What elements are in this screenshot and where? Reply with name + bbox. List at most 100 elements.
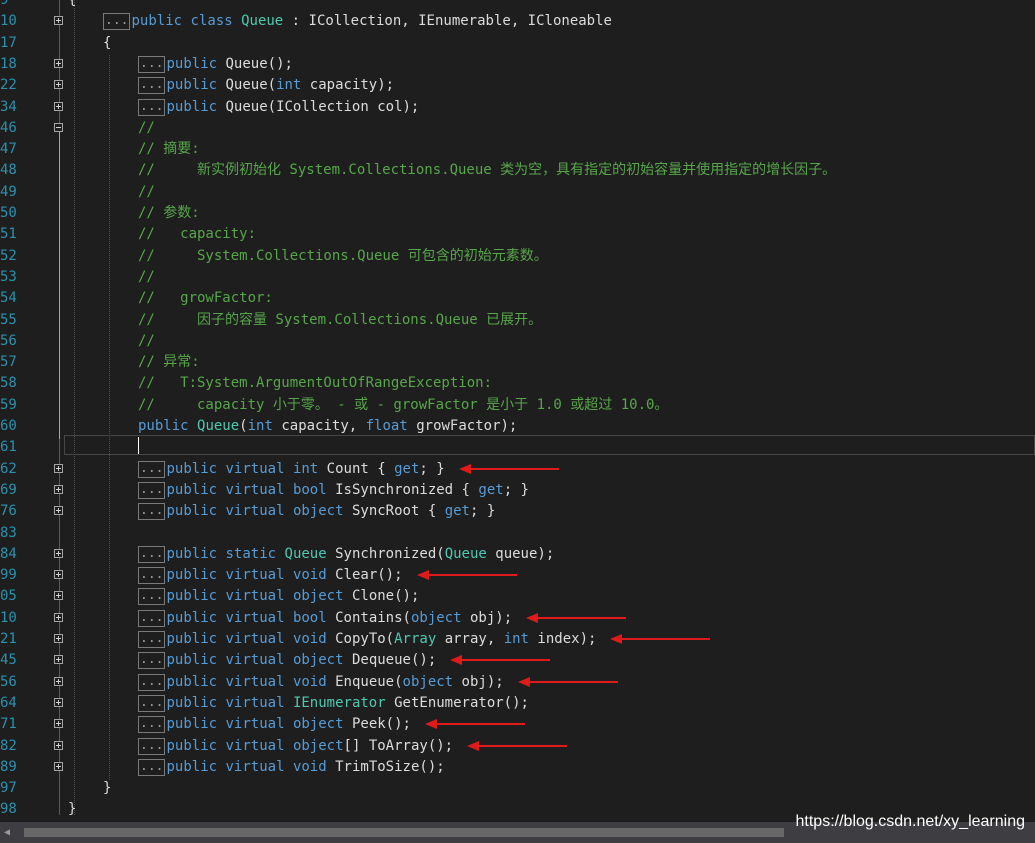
scroll-left-arrow-icon[interactable]: ◀ [4, 827, 10, 838]
expand-outline-icon[interactable] [54, 741, 63, 750]
code-line[interactable]: 34... public Queue(ICollection col); [0, 97, 1035, 118]
code-text: ... public virtual bool IsSynchronized { … [138, 480, 529, 501]
expand-outline-icon[interactable] [54, 570, 63, 579]
arrow-head-icon [518, 677, 530, 687]
expand-outline-icon[interactable] [54, 762, 63, 771]
scrollbar-thumb[interactable] [24, 828, 784, 837]
code-line[interactable]: 17 { [0, 33, 1035, 54]
line-number: 89 [0, 759, 17, 775]
code-line[interactable]: 21... public virtual void CopyTo(Array ar… [0, 629, 1035, 650]
code-token: Contains( [326, 610, 411, 626]
expand-outline-icon[interactable] [54, 80, 63, 89]
code-line[interactable]: 51 // capacity: [0, 224, 1035, 245]
code-line[interactable]: 05... public virtual object Clone(); [0, 586, 1035, 607]
expand-outline-icon[interactable] [54, 698, 63, 707]
code-editor[interactable]: 9{10... public class Queue : ICollection,… [0, 0, 1035, 822]
collapsed-region-marker[interactable]: ... [138, 738, 166, 755]
code-text: ... public virtual int Count { get; } [138, 459, 445, 480]
collapsed-region-marker[interactable]: ... [138, 588, 166, 605]
code-line[interactable]: 58 // T:System.ArgumentOutOfRangeExceptio… [0, 373, 1035, 394]
expand-outline-icon[interactable] [54, 59, 63, 68]
code-line[interactable]: 54 // growFactor: [0, 288, 1035, 309]
code-line[interactable]: 97} [0, 778, 1035, 799]
collapsed-region-marker[interactable]: ... [138, 759, 166, 776]
code-line[interactable]: 46 // [0, 118, 1035, 139]
keyword-token: public [166, 674, 218, 690]
expand-outline-icon[interactable] [54, 506, 63, 515]
collapsed-region-marker[interactable]: ... [138, 482, 166, 499]
collapsed-region-marker[interactable]: ... [103, 13, 131, 30]
code-line[interactable]: 83 [0, 523, 1035, 544]
code-line[interactable]: 60 public Queue(int capacity, float growF… [0, 416, 1035, 437]
code-line[interactable]: 48 // 新实例初始化 System.Collections.Queue 类为空… [0, 160, 1035, 181]
comment-token: // capacity: [138, 226, 257, 242]
annotation-arrow [610, 634, 710, 644]
code-token: Enqueue( [326, 674, 403, 690]
code-line[interactable]: 76... public virtual object SyncRoot { ge… [0, 501, 1035, 522]
code-line[interactable]: 18... public Queue(); [0, 54, 1035, 75]
keyword-token: public [166, 461, 218, 477]
code-line[interactable]: 9{ [0, 0, 1035, 11]
keyword-token: virtual [225, 610, 285, 626]
code-line[interactable]: 52 // System.Collections.Queue 可包含的初始元素数。 [0, 246, 1035, 267]
code-line[interactable]: 69... public virtual bool IsSynchronized … [0, 480, 1035, 501]
code-line[interactable]: 61 [0, 437, 1035, 458]
line-number: 10 [0, 13, 17, 29]
code-line[interactable]: 50 // 参数: [0, 203, 1035, 224]
code-line[interactable]: 10... public class Queue : ICollection, I… [0, 11, 1035, 32]
collapsed-region-marker[interactable]: ... [138, 461, 166, 478]
code-line[interactable]: 49 // [0, 182, 1035, 203]
code-line[interactable]: 89... public virtual void TrimToSize(); [0, 757, 1035, 778]
collapsed-region-marker[interactable]: ... [138, 503, 166, 520]
collapsed-region-marker[interactable]: ... [138, 695, 166, 712]
code-line[interactable]: 10... public virtual bool Contains(object… [0, 608, 1035, 629]
expand-outline-icon[interactable] [54, 485, 63, 494]
collapsed-region-marker[interactable]: ... [138, 567, 166, 584]
line-number: 58 [0, 375, 17, 391]
code-line[interactable]: 47 // 摘要: [0, 139, 1035, 160]
code-line[interactable]: 57 // 异常: [0, 352, 1035, 373]
collapsed-region-marker[interactable]: ... [138, 716, 166, 733]
expand-outline-icon[interactable] [54, 102, 63, 111]
collapsed-region-marker[interactable]: ... [138, 652, 166, 669]
code-line[interactable]: 56 // [0, 331, 1035, 352]
collapse-outline-icon[interactable] [54, 123, 63, 132]
code-line[interactable]: 53 // [0, 267, 1035, 288]
expand-outline-icon[interactable] [54, 549, 63, 558]
collapsed-region-marker[interactable]: ... [138, 631, 166, 648]
collapsed-region-marker[interactable]: ... [138, 546, 166, 563]
collapsed-region-marker[interactable]: ... [138, 610, 166, 627]
code-line[interactable]: 99... public virtual void Clear(); [0, 565, 1035, 586]
keyword-token: static [225, 546, 277, 562]
code-line[interactable]: 22... public Queue(int capacity); [0, 75, 1035, 96]
collapsed-region-marker[interactable]: ... [138, 56, 166, 73]
code-line[interactable]: 64... public virtual IEnumerator GetEnume… [0, 693, 1035, 714]
expand-outline-icon[interactable] [54, 655, 63, 664]
code-text: // growFactor: [138, 288, 273, 309]
code-text: // [138, 267, 155, 288]
expand-outline-icon[interactable] [54, 719, 63, 728]
code-line[interactable]: 84... public static Queue Synchronized(Qu… [0, 544, 1035, 565]
keyword-token: get [394, 461, 420, 477]
code-line[interactable]: 55 // 因子的容量 System.Collections.Queue 已展开。 [0, 310, 1035, 331]
keyword-token: void [292, 567, 327, 583]
expand-outline-icon[interactable] [54, 677, 63, 686]
collapsed-region-marker[interactable]: ... [138, 77, 166, 94]
annotation-arrow [518, 677, 618, 687]
expand-outline-icon[interactable] [54, 634, 63, 643]
collapsed-region-marker[interactable]: ... [138, 674, 166, 691]
code-line[interactable]: 59 // capacity 小于零。 - 或 - growFactor 是小于 … [0, 395, 1035, 416]
expand-outline-icon[interactable] [54, 591, 63, 600]
expand-outline-icon[interactable] [54, 16, 63, 25]
type-token: Queue [197, 418, 240, 434]
expand-outline-icon[interactable] [54, 613, 63, 622]
collapsed-region-marker[interactable]: ... [138, 99, 166, 116]
expand-outline-icon[interactable] [54, 464, 63, 473]
